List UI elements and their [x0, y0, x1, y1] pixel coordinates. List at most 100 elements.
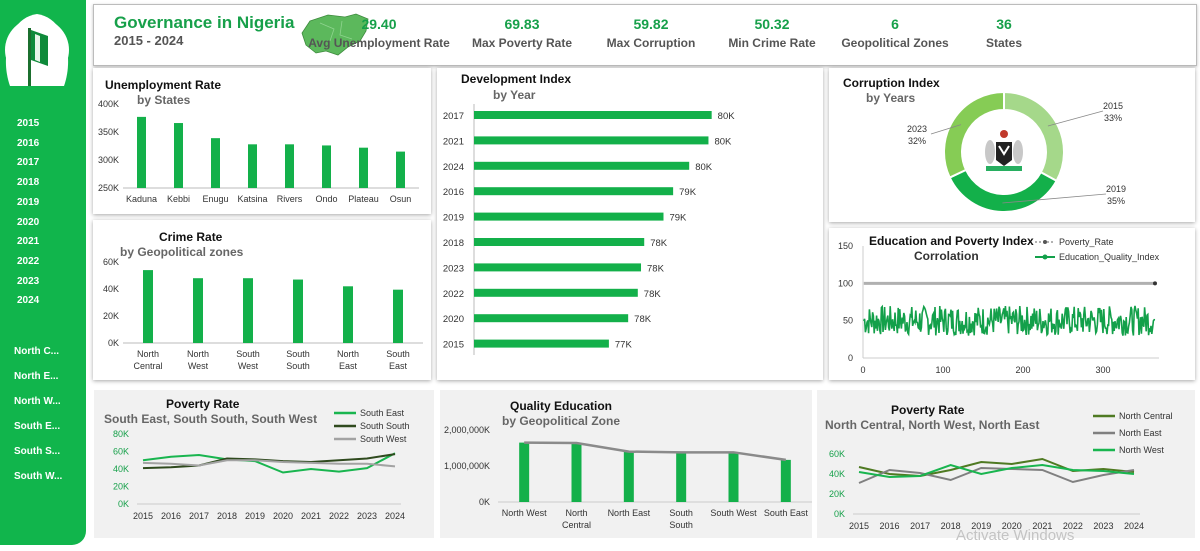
- x-tick-label: North: [565, 508, 587, 518]
- x-tick-label: North East: [608, 508, 651, 518]
- x-tick-label: 2024: [1124, 521, 1144, 531]
- legend-marker: [1043, 240, 1047, 244]
- year-slicer-2017[interactable]: 2017: [17, 157, 39, 168]
- y-tick-label: 0: [848, 353, 853, 363]
- x-tick-label: Katsina: [237, 194, 267, 204]
- slice-label: 2015: [1103, 101, 1123, 111]
- y-tick-label: 2021: [443, 136, 464, 147]
- sidebar: 2015 2016 2017 2018 2019 2020 2021 2022 2023 2024…: [0, 0, 86, 545]
- bar: [343, 286, 353, 343]
- y-tick-label: 2015: [443, 340, 464, 351]
- data-label: 78K: [650, 238, 668, 249]
- y-tick-label: 2019: [443, 213, 464, 224]
- dashboard-period: 2015 - 2024: [114, 33, 184, 48]
- y-tick-label: 100: [838, 278, 853, 288]
- year-slicer-2021[interactable]: 2021: [17, 236, 39, 247]
- unemployment-panel: Unemployment Rate by States 250K 300K 350K…: [93, 68, 431, 214]
- zone-slicer-item[interactable]: North E...: [14, 371, 58, 382]
- y-tick-label: 150: [838, 241, 853, 251]
- x-tick-label: 2015: [133, 511, 153, 521]
- legend-label: Education_Quality_Index: [1059, 252, 1160, 262]
- legend-label: South West: [360, 434, 407, 444]
- emblem-base: [986, 166, 1022, 171]
- poverty-north-panel: Poverty Rate North Central, North West, …: [817, 390, 1195, 538]
- data-label: 77K: [615, 340, 633, 351]
- trend-line: [524, 441, 787, 462]
- y-tick-label: 2024: [443, 162, 464, 173]
- bar: [519, 442, 530, 502]
- bar: [174, 123, 183, 188]
- y-tick-label: 40K: [829, 469, 845, 479]
- bar: [474, 212, 664, 221]
- zone-slicer-item[interactable]: North C...: [14, 346, 59, 357]
- y-tick-label: 2020: [443, 314, 464, 325]
- y-tick-label: 2017: [443, 111, 464, 122]
- emblem-horse-left: [985, 140, 995, 164]
- education-poverty-panel: Education and Poverty Index Corrolation …: [829, 228, 1195, 380]
- leader-line: [1047, 110, 1104, 127]
- bar: [211, 138, 220, 188]
- x-tick-label: Plateau: [348, 194, 379, 204]
- bar: [623, 451, 634, 502]
- x-tick-label: 2017: [189, 511, 209, 521]
- legend-label: Poverty_Rate: [1059, 237, 1114, 247]
- bar: [143, 270, 153, 343]
- y-tick-label: 0K: [108, 338, 119, 348]
- y-tick-label: 50: [843, 316, 853, 326]
- x-tick-label: Kaduna: [126, 194, 157, 204]
- emblem-horse-right: [1013, 140, 1023, 164]
- x-tick-label: 200: [1015, 365, 1030, 375]
- x-tick-label: 2023: [1093, 521, 1113, 531]
- year-slicer-2020[interactable]: 2020: [17, 217, 39, 228]
- year-slicer-2024[interactable]: 2024: [17, 295, 39, 306]
- bar: [728, 452, 739, 502]
- legend-label: South South: [360, 421, 410, 431]
- bar: [396, 151, 405, 188]
- y-tick-label: 80K: [113, 429, 129, 439]
- dashboard-title: Governance in Nigeria: [114, 13, 295, 32]
- data-label: 79K: [669, 213, 687, 224]
- zone-slicer-item[interactable]: South E...: [14, 421, 60, 432]
- x-tick-label: 2024: [385, 511, 405, 521]
- crime-chart: 0K 20K 40K 60K North Central North West South Wes…: [103, 257, 423, 371]
- year-slicer-2022[interactable]: 2022: [17, 256, 39, 267]
- year-slicer-2015[interactable]: 2015: [17, 118, 39, 129]
- bar: [243, 278, 253, 343]
- year-slicer-2018[interactable]: 2018: [17, 177, 39, 188]
- y-tick-label: 2,000,000K: [444, 425, 490, 435]
- y-tick-label: 60K: [829, 449, 845, 459]
- watermark-text: Activate Windows: [956, 527, 1075, 544]
- x-tick-label: West: [188, 361, 209, 371]
- x-tick-label: 2019: [245, 511, 265, 521]
- development-panel: Development Index by Year 2017 80K 2021 80K…: [437, 68, 823, 380]
- zone-slicer-item[interactable]: North W...: [14, 396, 61, 407]
- poverty-north-chart: 0K20K40K60K2015 2016 2017 2018 2019 2020 2021 2…: [829, 411, 1173, 531]
- x-tick-label: Central: [133, 361, 162, 371]
- slice-pct: 35%: [1107, 196, 1125, 206]
- x-tick-label: 2017: [910, 521, 930, 531]
- legend-marker: [1042, 254, 1048, 260]
- kpi-value: 29.40: [361, 16, 397, 32]
- bar: [359, 147, 368, 188]
- bar: [571, 442, 582, 502]
- y-tick-label: 2018: [443, 238, 464, 249]
- y-tick-label: 250K: [98, 183, 119, 193]
- corruption-panel: Corruption Index by Years 2015 33% 2019 35%…: [829, 68, 1195, 222]
- zone-slicer-item[interactable]: South S...: [14, 446, 60, 457]
- data-label: 78K: [634, 314, 652, 325]
- year-slicer-2019[interactable]: 2019: [17, 197, 39, 208]
- zone-slicer-item[interactable]: South W...: [14, 471, 62, 482]
- data-label: 78K: [647, 263, 665, 274]
- year-slicer-2016[interactable]: 2016: [17, 138, 39, 149]
- x-tick-label: South: [286, 361, 310, 371]
- x-tick-label: Enugu: [202, 194, 228, 204]
- poverty-south-panel: Poverty Rate South East, South South, So…: [94, 390, 434, 538]
- kpi-label: Avg Unemployment Rate: [308, 36, 450, 50]
- bar: [676, 452, 687, 502]
- bar: [474, 263, 642, 272]
- flag-icon: [5, 14, 69, 86]
- x-tick-label: East: [339, 361, 358, 371]
- x-tick-label: 2023: [357, 511, 377, 521]
- y-tick-label: 350K: [98, 127, 119, 137]
- year-slicer-2023[interactable]: 2023: [17, 276, 39, 287]
